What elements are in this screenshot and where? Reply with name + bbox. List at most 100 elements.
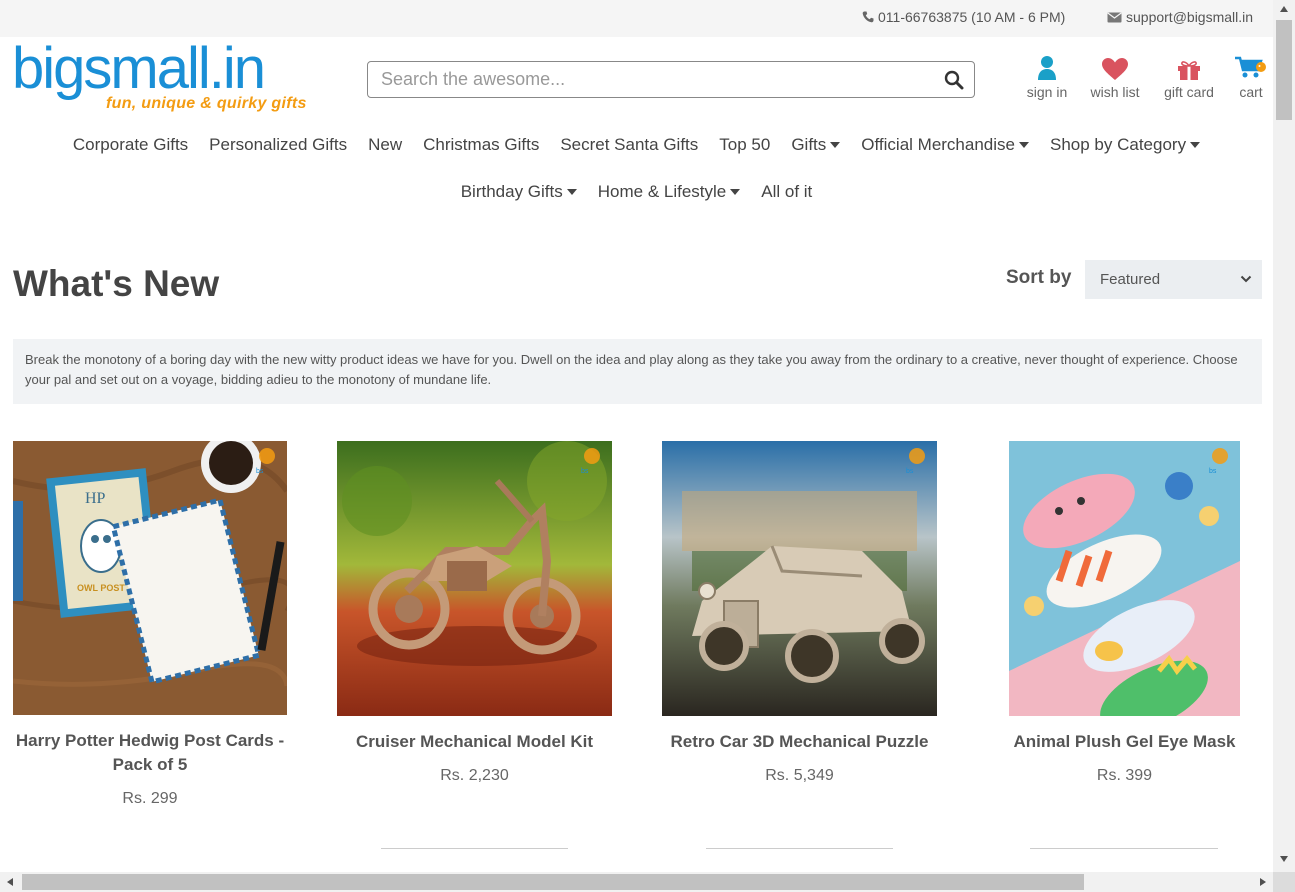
cart-label: cart	[1239, 84, 1263, 100]
nav-top-50[interactable]: Top 50	[719, 135, 770, 155]
email-contact[interactable]: support@bigsmall.in	[1107, 9, 1253, 25]
nav-label: Top 50	[719, 135, 771, 154]
phone-contact[interactable]: 011-66763875 (10 AM - 6 PM)	[862, 9, 1065, 25]
sort-select[interactable]: Featured	[1085, 260, 1262, 299]
horizontal-scrollbar-thumb[interactable]	[22, 874, 1084, 890]
logo-tagline: fun, unique & quirky gifts	[106, 95, 307, 112]
scroll-up-arrow-icon[interactable]	[1279, 5, 1289, 13]
site-logo[interactable]: bigsmall.in fun, unique & quirky gifts	[12, 40, 312, 118]
search-icon	[944, 70, 964, 89]
envelope-icon	[1107, 12, 1122, 23]
giftcard-link[interactable]: gift card	[1160, 53, 1218, 100]
svg-text:bs: bs	[906, 468, 914, 475]
eye-mask-photo	[1009, 441, 1240, 716]
main-nav-row-2: Birthday Gifts Home & Lifestyle All of i…	[0, 182, 1273, 202]
sort-label: Sort by	[1006, 267, 1072, 288]
bigsmall-watermark-icon: bs	[256, 448, 275, 475]
chevron-down-icon	[1240, 275, 1252, 283]
product-price: Rs. 5,349	[765, 767, 834, 784]
signin-link[interactable]: sign in	[1024, 53, 1070, 100]
nav-label: Birthday Gifts	[460, 182, 563, 201]
product-name[interactable]: Harry Potter Hedwig Post Cards - Pack of…	[13, 729, 287, 777]
postcard-hp-text: HP	[85, 490, 106, 507]
nav-label: Christmas Gifts	[423, 135, 540, 154]
page-title: What's New	[13, 263, 220, 304]
nav-gifts-dropdown[interactable]: Gifts	[791, 135, 841, 155]
main-nav-row-1: Corporate Gifts Personalized Gifts New C…	[0, 135, 1273, 155]
email-text: support@bigsmall.in	[1126, 9, 1254, 25]
cart-icon	[1235, 56, 1266, 78]
top-contact-bar: 011-66763875 (10 AM - 6 PM) support@bigs…	[0, 0, 1273, 37]
postcard-photo: HP OWL POST	[13, 441, 287, 715]
product-card[interactable]: bs Retro Car 3D Mechanical Puzzle Rs. 5,…	[662, 441, 937, 785]
caret-down-icon	[1190, 142, 1201, 148]
search-button[interactable]	[934, 62, 974, 97]
signin-label: sign in	[1026, 84, 1068, 100]
nav-label: Gifts	[791, 135, 827, 154]
nav-home-lifestyle-dropdown[interactable]: Home & Lifestyle	[598, 182, 741, 202]
category-description: Break the monotony of a boring day with …	[13, 339, 1262, 404]
phone-text: 011-66763875 (10 AM - 6 PM)	[878, 9, 1066, 25]
scroll-left-arrow-icon[interactable]	[6, 877, 14, 887]
nav-label: Home & Lifestyle	[597, 182, 727, 201]
gift-icon	[1178, 61, 1200, 80]
product-name[interactable]: Cruiser Mechanical Model Kit	[337, 730, 612, 754]
product-divider	[706, 848, 893, 849]
nav-all-of-it[interactable]: All of it	[761, 182, 812, 202]
nav-corporate-gifts[interactable]: Corporate Gifts	[73, 135, 188, 155]
nav-label: Secret Santa Gifts	[560, 135, 699, 154]
scroll-down-arrow-icon[interactable]	[1279, 855, 1289, 863]
logo-wordmark: bigsmall.in	[12, 36, 266, 101]
bigsmall-watermark-icon: bs	[581, 448, 600, 475]
nav-label: Official Merchandise	[861, 135, 1015, 154]
product-price: Rs. 2,230	[440, 767, 509, 784]
search-input[interactable]	[368, 62, 934, 97]
nav-label: New	[368, 135, 403, 154]
product-divider	[381, 848, 568, 849]
caret-down-icon	[1018, 142, 1029, 148]
retro-car-model-photo	[662, 441, 937, 716]
nav-label: Corporate Gifts	[72, 135, 189, 154]
nav-birthday-gifts-dropdown[interactable]: Birthday Gifts	[461, 182, 577, 202]
nav-personalized-gifts[interactable]: Personalized Gifts	[209, 135, 347, 155]
nav-shop-by-category-dropdown[interactable]: Shop by Category	[1049, 135, 1201, 155]
product-name[interactable]: Retro Car 3D Mechanical Puzzle	[662, 730, 937, 754]
svg-text:bs: bs	[1209, 468, 1217, 475]
product-price: Rs. 399	[1096, 767, 1153, 784]
search-bar	[367, 61, 975, 98]
horizontal-scrollbar[interactable]	[0, 872, 1273, 892]
nav-christmas-gifts[interactable]: Christmas Gifts	[423, 135, 539, 155]
caret-down-icon	[830, 142, 841, 148]
nav-official-merchandise-dropdown[interactable]: Official Merchandise	[861, 135, 1029, 155]
vertical-scrollbar[interactable]	[1273, 0, 1295, 872]
nav-label: Personalized Gifts	[209, 135, 348, 154]
postcard-owl-post-text: OWL POST	[77, 583, 125, 593]
product-price: Rs. 299	[122, 790, 178, 807]
phone-icon	[862, 11, 874, 23]
product-image[interactable]: bs	[662, 441, 937, 716]
nav-new[interactable]: New	[368, 135, 402, 155]
user-icon	[1038, 56, 1056, 80]
wishlist-link[interactable]: wish list	[1087, 53, 1143, 100]
heart-icon	[1102, 58, 1128, 80]
motorcycle-model-photo	[337, 441, 612, 716]
product-card[interactable]: HP OWL POST bs Harry Potter Hedwig Post …	[13, 441, 287, 808]
bigsmall-watermark-icon: bs	[1209, 448, 1228, 475]
bigsmall-watermark-icon: bs	[906, 448, 925, 475]
caret-down-icon	[730, 189, 741, 195]
product-card[interactable]: bs Cruiser Mechanical Model Kit Rs. 2,23…	[337, 441, 612, 785]
caret-down-icon	[566, 189, 577, 195]
product-image[interactable]: bs	[337, 441, 612, 716]
sort-selected-value: Featured	[1100, 271, 1161, 288]
nav-label: All of it	[761, 182, 813, 201]
product-card[interactable]: bs Animal Plush Gel Eye Mask Rs. 399	[987, 441, 1262, 785]
scroll-right-arrow-icon[interactable]	[1259, 877, 1267, 887]
product-image[interactable]: HP OWL POST bs	[13, 441, 287, 715]
cart-link[interactable]: cart	[1232, 53, 1270, 100]
svg-text:bs: bs	[256, 468, 264, 475]
product-name[interactable]: Animal Plush Gel Eye Mask	[987, 730, 1262, 754]
nav-label: Shop by Category	[1049, 135, 1187, 154]
vertical-scrollbar-thumb[interactable]	[1276, 20, 1292, 120]
product-image[interactable]: bs	[1009, 441, 1240, 716]
nav-secret-santa-gifts[interactable]: Secret Santa Gifts	[560, 135, 698, 155]
